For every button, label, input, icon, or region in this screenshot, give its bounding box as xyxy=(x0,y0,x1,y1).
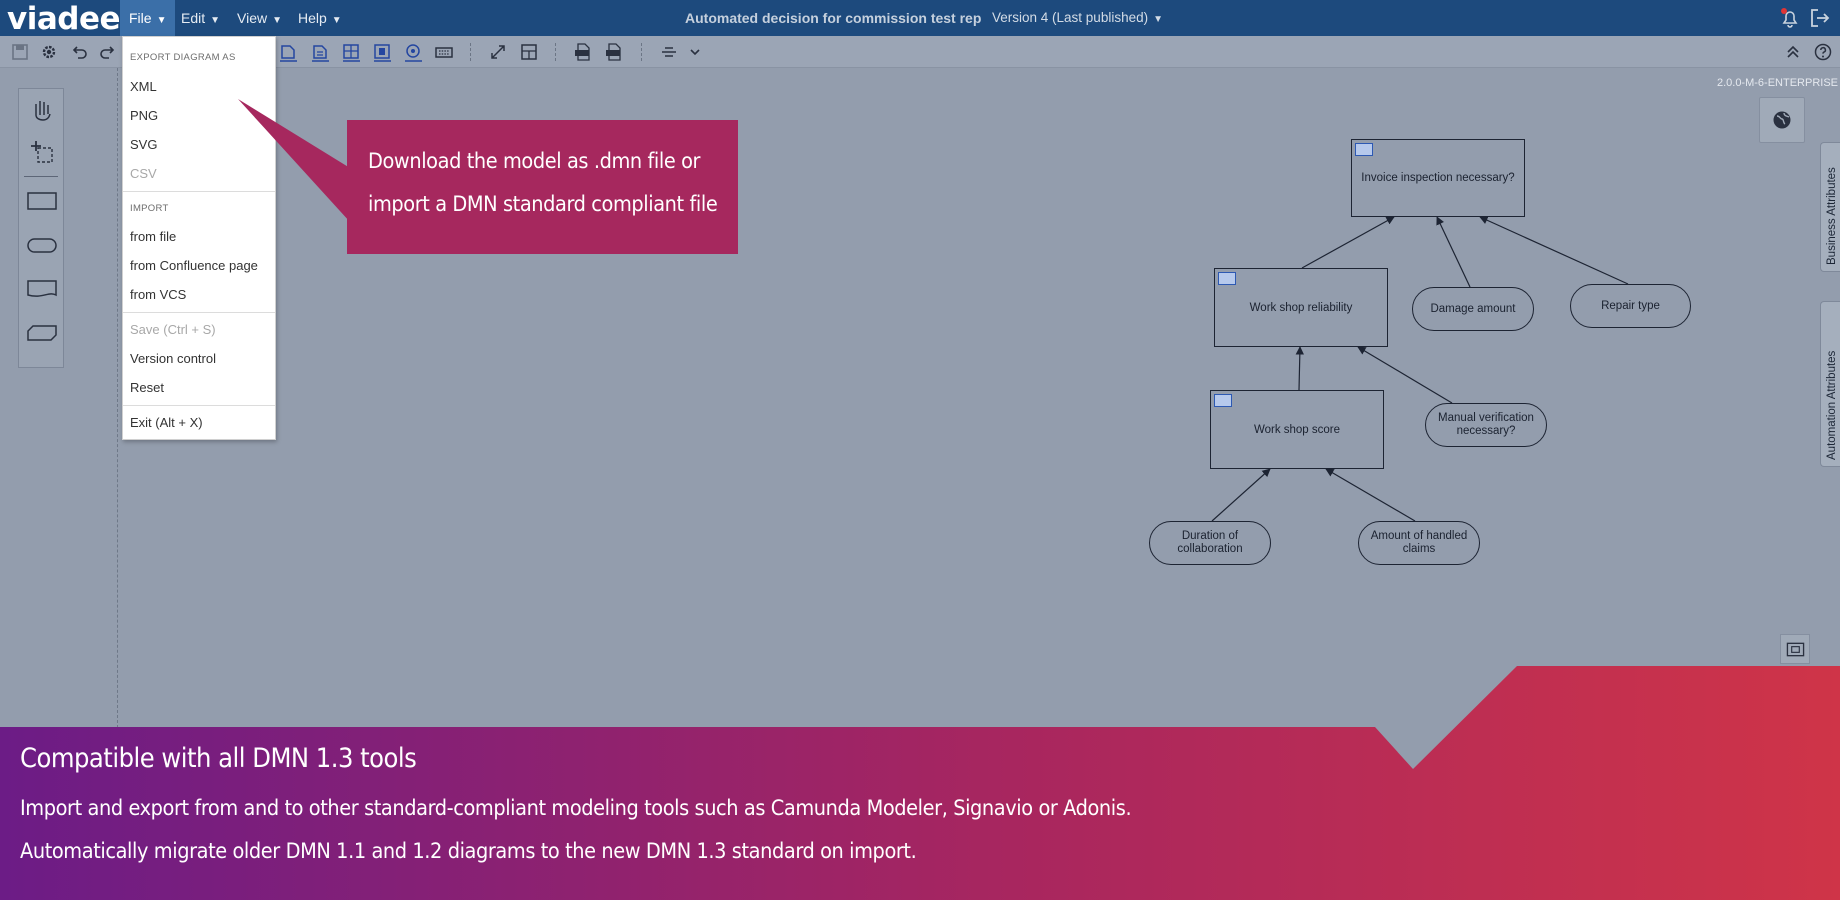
export-xml-icon[interactable] xyxy=(573,42,593,62)
decision-label: Invoice inspection necessary? xyxy=(1361,172,1515,184)
callout-line-2: import a DMN standard compliant file xyxy=(368,192,718,217)
feature-banner: Compatible with all DMN 1.3 tools Import… xyxy=(0,666,1840,900)
input-label: Duration of collaboration xyxy=(1177,530,1243,555)
notification-bell-icon[interactable] xyxy=(1778,6,1802,30)
align-icon[interactable] xyxy=(659,42,679,62)
document-title[interactable]: Automated decision for commission test r… xyxy=(685,0,985,36)
menu-item-save: Save (Ctrl + S) xyxy=(130,322,216,337)
chevron-down-icon[interactable] xyxy=(685,42,705,62)
callout-line-1: Download the model as .dmn file or xyxy=(368,149,701,174)
input-manual-verification[interactable]: Manual verification necessary? xyxy=(1425,403,1547,447)
banner-line-2: Automatically migrate older DMN 1.1 and … xyxy=(20,839,917,864)
menu-item-reset[interactable]: Reset xyxy=(130,380,164,395)
decision-work-shop-score[interactable]: Work shop score xyxy=(1210,390,1384,469)
input-label: Repair type xyxy=(1601,299,1660,312)
toolbar-separator xyxy=(641,43,642,61)
callout-pointer xyxy=(238,99,350,222)
requirement-edge[interactable] xyxy=(1436,216,1471,288)
requirement-edge[interactable] xyxy=(1301,216,1395,269)
logout-icon[interactable] xyxy=(1808,6,1832,30)
requirement-edge[interactable] xyxy=(1325,468,1416,522)
knowledge-source-icon[interactable] xyxy=(372,42,392,62)
menu-item-import-confluence[interactable]: from Confluence page xyxy=(130,258,258,273)
decision-table-icon xyxy=(1218,272,1236,285)
decision-invoice-inspection[interactable]: Invoice inspection necessary? xyxy=(1351,139,1525,217)
banner-background xyxy=(0,666,1840,900)
input-label: Damage amount xyxy=(1430,302,1516,315)
export-png-icon[interactable] xyxy=(604,42,624,62)
chevron-down-icon: ▼ xyxy=(1153,14,1163,25)
input-label: Amount of handled claims xyxy=(1370,530,1468,555)
banner-line-1: Import and export from and to other stan… xyxy=(20,796,1132,821)
menu-item-version-control[interactable]: Version control xyxy=(130,351,216,366)
input-damage-amount[interactable]: Damage amount xyxy=(1412,287,1534,331)
callout-box: Download the model as .dmn file or impor… xyxy=(347,120,738,254)
fullscreen-icon[interactable] xyxy=(488,42,508,62)
toolbar-separator xyxy=(470,43,471,61)
menu-item-exit[interactable]: Exit (Alt + X) xyxy=(130,415,203,430)
decision-work-shop-reliability[interactable]: Work shop reliability xyxy=(1214,268,1388,347)
menu-separator xyxy=(123,405,275,406)
input-label: Manual verification necessary? xyxy=(1438,412,1534,437)
decision-table-icon xyxy=(1355,143,1373,156)
text-annotation-icon[interactable] xyxy=(403,42,423,62)
version-selector[interactable]: Version 4 (Last published) ▼ xyxy=(992,0,1163,38)
requirement-edge[interactable] xyxy=(1295,346,1305,391)
decision-label: Work shop reliability xyxy=(1249,301,1353,314)
version-label: Version 4 (Last published) xyxy=(992,10,1149,25)
input-repair-type[interactable]: Repair type xyxy=(1570,284,1691,328)
input-amount-of-handled-claims[interactable]: Amount of handled claims xyxy=(1358,521,1480,565)
decision-label: Work shop score xyxy=(1253,423,1341,436)
collapse-up-icon[interactable] xyxy=(1783,42,1803,62)
decision-table-icon xyxy=(1214,394,1232,407)
keyboard-icon[interactable] xyxy=(434,42,454,62)
help-icon[interactable] xyxy=(1813,42,1833,62)
menu-separator xyxy=(123,312,275,313)
banner-title: Compatible with all DMN 1.3 tools xyxy=(20,743,417,774)
menu-item-import-vcs[interactable]: from VCS xyxy=(130,287,186,302)
requirement-edge[interactable] xyxy=(1479,216,1629,285)
toolbar-separator xyxy=(555,43,556,61)
input-duration-of-collaboration[interactable]: Duration of collaboration xyxy=(1149,521,1271,565)
layout-icon[interactable] xyxy=(519,42,539,62)
requirement-edge[interactable] xyxy=(1211,468,1271,522)
